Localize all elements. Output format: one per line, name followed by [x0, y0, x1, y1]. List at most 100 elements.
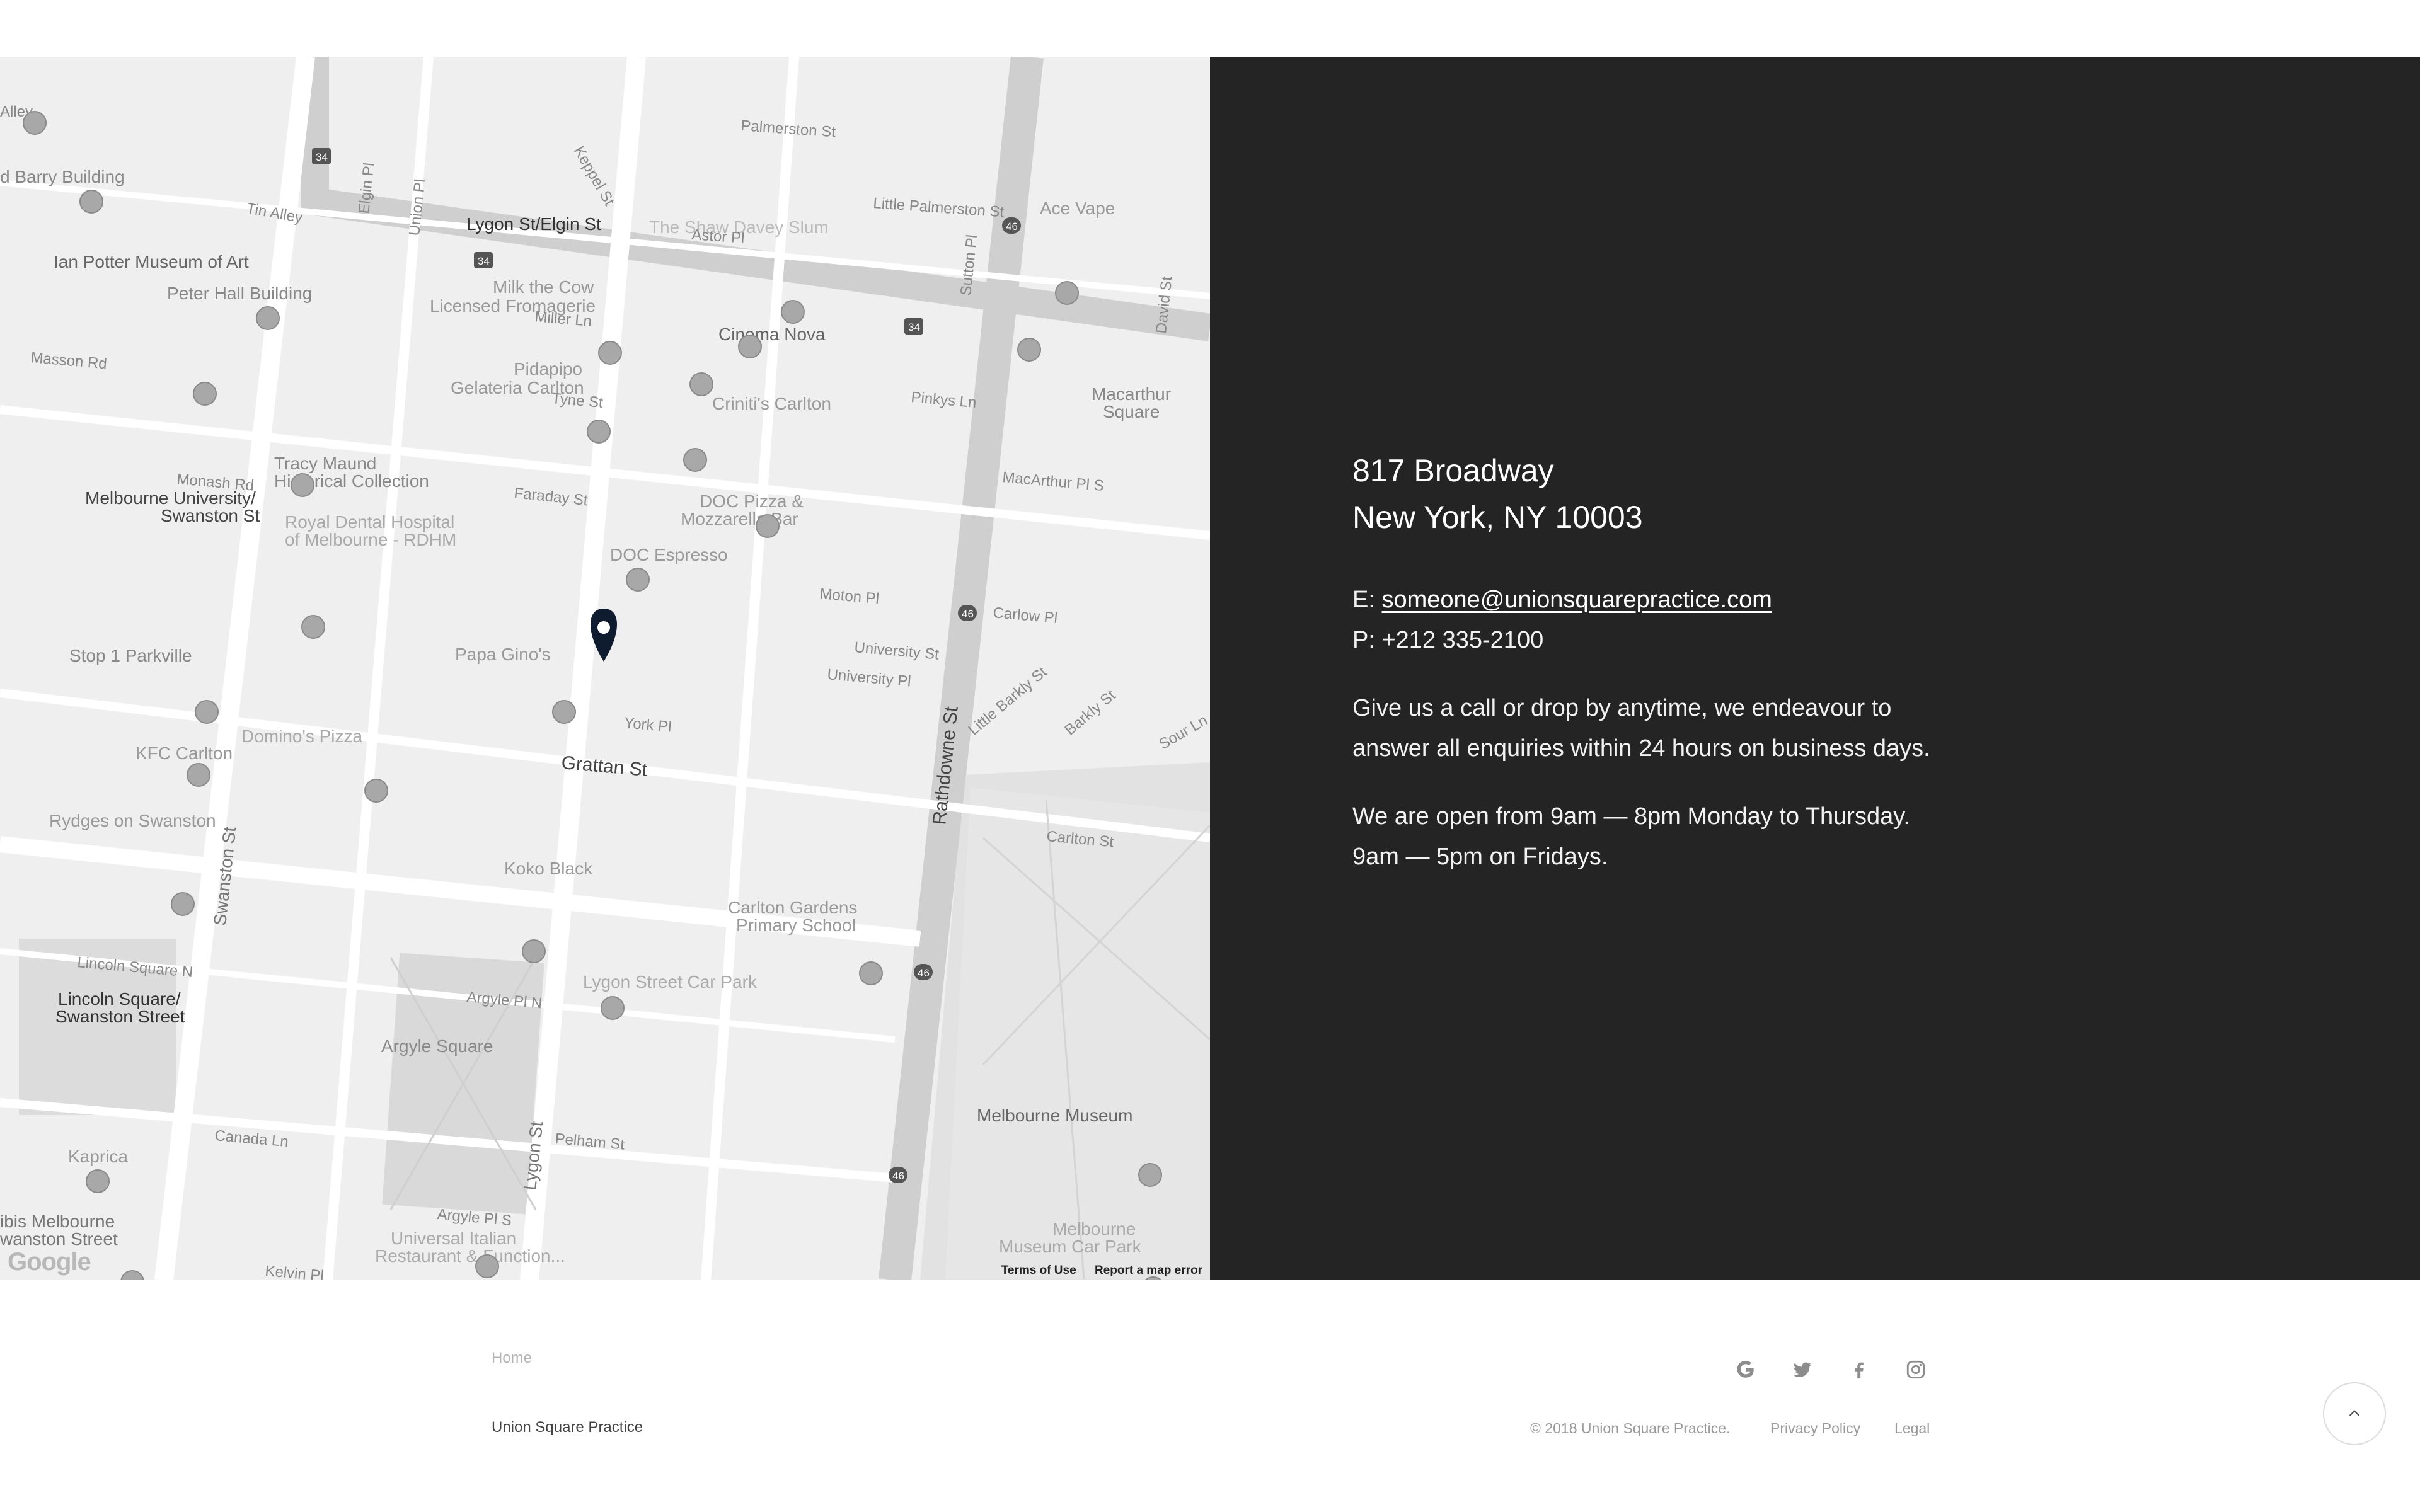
poi-marker-icon[interactable]: [522, 939, 546, 963]
phone-number: +212 335-2100: [1381, 627, 1544, 653]
route-badge: 46: [889, 1167, 908, 1183]
poi-marker-icon[interactable]: [587, 420, 611, 444]
map-label: d Barry Building: [0, 167, 125, 186]
contact-details: E: someone@unionsquarepractice.com P: +2…: [1352, 580, 2046, 660]
map-label: DOC Espresso: [610, 545, 728, 564]
message-line-1: Give us a call or drop by anytime, we en…: [1352, 695, 1892, 721]
address-line-2: New York, NY 10003: [1352, 500, 1643, 535]
poi-marker-icon[interactable]: [552, 700, 576, 724]
map-label: Museum Car Park: [999, 1237, 1142, 1256]
map-label: Melbourne: [1052, 1219, 1136, 1239]
scroll-to-top-button[interactable]: [2323, 1382, 2386, 1445]
map-label: Royal Dental Hospital: [285, 512, 454, 532]
map-label: Restaurant & Function...: [375, 1246, 565, 1266]
poi-marker-icon[interactable]: [291, 473, 314, 497]
map-label: Criniti's Carlton: [712, 394, 831, 413]
poi-marker-icon[interactable]: [171, 892, 195, 916]
footer-home-link[interactable]: Home: [492, 1349, 532, 1367]
phone-prefix: P:: [1352, 627, 1382, 653]
opening-hours: We are open from 9am — 8pm Monday to Thu…: [1352, 796, 2046, 877]
poi-marker-icon[interactable]: [601, 996, 625, 1020]
map-attribution: Terms of Use Report a map error: [986, 1264, 1202, 1278]
terms-of-use-link[interactable]: Terms of Use: [1001, 1264, 1076, 1277]
message-line-2: answer all enquiries within 24 hours on …: [1352, 735, 1930, 762]
address-line-1: 817 Broadway: [1352, 453, 1554, 488]
enquiry-message: Give us a call or drop by anytime, we en…: [1352, 688, 2046, 769]
route-badge: 46: [914, 964, 933, 980]
map-label: Kaprica: [68, 1147, 128, 1166]
map-label: Mozzarella Bar: [681, 509, 798, 529]
map-label: Primary School: [736, 915, 856, 935]
svg-text:46: 46: [918, 967, 930, 979]
poi-marker-icon[interactable]: [364, 779, 388, 803]
map-label: Carlton Gardens: [728, 898, 857, 917]
poi-marker-icon[interactable]: [859, 961, 883, 985]
email-link[interactable]: someone@unionsquarepractice.com: [1381, 587, 1772, 613]
poi-marker-icon[interactable]: [626, 568, 650, 592]
map-canvas[interactable]: Lygon St/Elgin St Ian Potter Museum of A…: [0, 57, 1210, 1280]
twitter-icon[interactable]: [1789, 1356, 1816, 1383]
poi-marker-icon[interactable]: [301, 615, 325, 639]
svg-text:34: 34: [908, 321, 920, 333]
google-icon[interactable]: [1732, 1356, 1760, 1383]
google-logo: Google: [8, 1248, 91, 1276]
legal-link[interactable]: Legal: [1894, 1420, 1930, 1437]
map-label: Argyle Square: [381, 1036, 493, 1056]
route-badge: 46: [958, 605, 977, 621]
map-label: Papa Gino's: [455, 644, 551, 664]
poi-marker-icon[interactable]: [1055, 281, 1079, 305]
report-map-error-link[interactable]: Report a map error: [1095, 1264, 1202, 1277]
map-label: Swanston Street: [55, 1007, 185, 1026]
contact-section: Lygon St/Elgin St Ian Potter Museum of A…: [0, 57, 2420, 1280]
map-label: DOC Pizza &: [700, 491, 804, 511]
contact-info-panel: 817 Broadway New York, NY 10003 E: someo…: [1210, 57, 2420, 1280]
route-badge: 34: [474, 252, 493, 268]
map-label: Cinema Nova: [718, 324, 826, 344]
poi-marker-icon[interactable]: [195, 700, 219, 724]
map-label: Swanston St: [161, 506, 260, 525]
privacy-policy-link[interactable]: Privacy Policy: [1770, 1420, 1860, 1437]
map-label: Milk the Cow: [493, 277, 594, 297]
map-label: Lygon St/Elgin St: [466, 214, 601, 234]
map-label: Square: [1103, 402, 1160, 421]
poi-marker-icon[interactable]: [689, 372, 713, 396]
poi-marker-icon[interactable]: [475, 1254, 499, 1278]
poi-marker-icon[interactable]: [1017, 338, 1041, 362]
poi-marker-icon[interactable]: [598, 341, 622, 365]
poi-marker-icon[interactable]: [23, 111, 47, 135]
svg-text:34: 34: [316, 151, 328, 163]
email-row: E: someone@unionsquarepractice.com: [1352, 580, 2046, 620]
footer-brand: Union Square Practice: [492, 1419, 643, 1436]
poi-marker-icon[interactable]: [86, 1169, 110, 1193]
poi-marker-icon[interactable]: [79, 190, 103, 214]
map-label: Pidapipo: [514, 359, 582, 379]
map-label: Koko Black: [504, 859, 593, 878]
poi-marker-icon[interactable]: [1138, 1163, 1162, 1187]
instagram-icon[interactable]: [1902, 1356, 1930, 1383]
facebook-icon[interactable]: [1845, 1356, 1873, 1383]
map-label: Melbourne Museum: [977, 1106, 1132, 1125]
poi-marker-icon[interactable]: [738, 335, 762, 358]
footer-copyright: © 2018 Union Square Practice.: [1530, 1420, 1731, 1436]
poi-marker-icon[interactable]: [683, 448, 707, 472]
poi-marker-icon[interactable]: [781, 300, 805, 324]
route-badge: 34: [312, 148, 331, 164]
map-label: Peter Hall Building: [167, 284, 312, 303]
poi-marker-icon[interactable]: [756, 514, 780, 538]
svg-text:46: 46: [892, 1170, 904, 1182]
map-label: Universal Italian: [391, 1228, 516, 1248]
map-panel[interactable]: Lygon St/Elgin St Ian Potter Museum of A…: [0, 57, 1210, 1280]
svg-text:46: 46: [962, 608, 974, 620]
poi-marker-icon[interactable]: [187, 763, 210, 787]
poi-marker-icon[interactable]: [193, 382, 217, 406]
map-label: Macarthur: [1092, 384, 1171, 404]
top-bar: [0, 0, 2420, 57]
site-footer: Home Union Square Practice © 2018 Union …: [0, 1280, 2420, 1512]
map-label: Lincoln Square/: [58, 989, 181, 1009]
hours-line-1: We are open from 9am — 8pm Monday to Thu…: [1352, 803, 1910, 830]
contact-info: 817 Broadway New York, NY 10003 E: someo…: [1352, 447, 2046, 877]
map-label: Stop 1 Parkville: [69, 646, 192, 665]
poi-marker-icon[interactable]: [256, 306, 280, 330]
map-label: Tracy Maund: [274, 454, 376, 473]
map-label: ibis Melbourne: [0, 1211, 115, 1231]
